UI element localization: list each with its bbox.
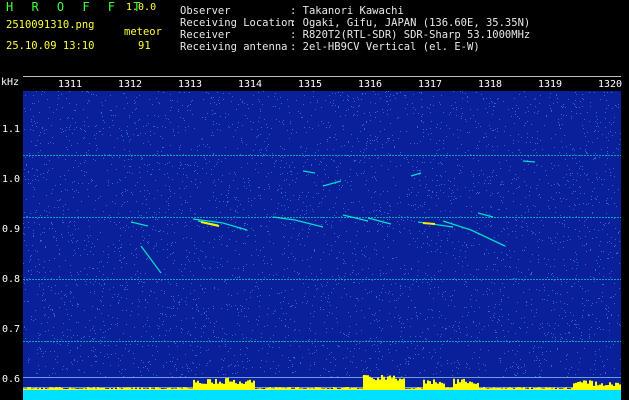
antenna-label: Receiving antenna	[180, 41, 288, 53]
freq-tick-label: 1.1	[2, 124, 21, 135]
detection-type-label: meteor	[124, 26, 162, 38]
freq-tick-label: 1.0	[2, 174, 21, 185]
time-tick-label: 1315	[298, 79, 323, 90]
freq-tick-label: 0.8	[2, 274, 21, 285]
time-axis-line	[23, 76, 621, 77]
header-panel: H R O F F T 1.0.0 2510091310.png meteor …	[0, 0, 629, 76]
meteor-head	[422, 222, 436, 225]
meteor-count: 91	[138, 40, 151, 52]
freq-tick-label: 0.7	[2, 324, 21, 335]
observer-label: Observer	[180, 5, 231, 17]
antenna-value: : 2el-HB9CV Vertical (el. E-W)	[290, 41, 480, 53]
freq-tick-label: 0.9	[2, 224, 21, 235]
signal-level-base	[23, 390, 621, 400]
app-title: H R O F F T	[6, 0, 146, 14]
location-label: Receiving Location	[180, 17, 294, 29]
time-tick-label: 1320	[598, 79, 623, 90]
frequency-unit-label: kHz	[1, 77, 20, 88]
freq-tick-label: 0.6	[2, 374, 21, 385]
time-tick-label: 1313	[178, 79, 203, 90]
time-tick-label: 1316	[358, 79, 383, 90]
spectrogram-plot	[23, 91, 621, 400]
app-version: 1.0.0	[126, 2, 157, 13]
spectrogram-background	[23, 91, 621, 400]
time-tick-label: 1319	[538, 79, 563, 90]
time-tick-label: 1311	[58, 79, 83, 90]
observation-timestamp: 25.10.09 13:10	[6, 40, 95, 52]
time-tick-label: 1317	[418, 79, 443, 90]
file-name: 2510091310.png	[6, 19, 95, 31]
receiver-value: : R820T2(RTL-SDR) SDR-Sharp 53.1000MHz	[290, 29, 531, 41]
receiver-label: Receiver	[180, 29, 231, 41]
spectrogram-canvas	[23, 91, 621, 400]
location-value: : Ogaki, Gifu, JAPAN (136.60E, 35.35N)	[290, 17, 531, 29]
time-tick-label: 1314	[238, 79, 263, 90]
observer-value: : Takanori Kawachi	[290, 5, 404, 17]
time-tick-label: 1312	[118, 79, 143, 90]
time-tick-label: 1318	[478, 79, 503, 90]
